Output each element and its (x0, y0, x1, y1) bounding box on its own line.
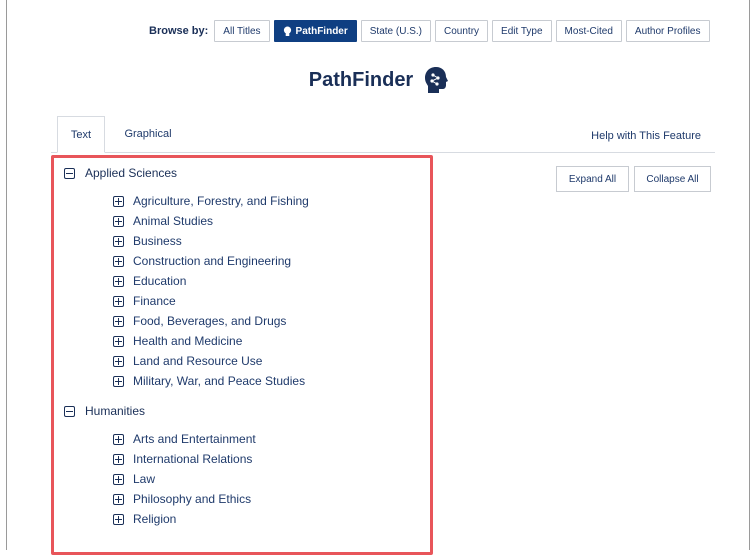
expand-icon[interactable] (113, 215, 124, 227)
tab-text[interactable]: Text (57, 116, 105, 153)
app-frame: Browse by: All Titles PathFinder State (… (6, 0, 751, 555)
expand-icon[interactable] (113, 235, 124, 247)
browse-state-button[interactable]: State (U.S.) (360, 20, 432, 42)
tree-item-label: Construction and Engineering (133, 254, 292, 268)
browse-button-label: Most-Cited (564, 25, 613, 37)
expand-icon[interactable] (113, 275, 124, 287)
browse-all-titles-button[interactable]: All Titles (214, 20, 270, 42)
tree-item-label: Religion (133, 512, 177, 526)
tree-item[interactable]: Religion (113, 509, 309, 529)
tree-item[interactable]: Philosophy and Ethics (113, 489, 309, 509)
tree-item[interactable]: Animal Studies (113, 211, 309, 231)
title-area: PathFinder (7, 66, 751, 94)
browse-button-label: PathFinder (295, 25, 348, 37)
tree-item-label: Health and Medicine (133, 334, 243, 348)
tree-item-label: Animal Studies (133, 214, 214, 228)
browse-most-cited-button[interactable]: Most-Cited (555, 20, 622, 42)
tree-item[interactable]: Education (113, 271, 309, 291)
browse-bar: Browse by: All Titles PathFinder State (… (149, 20, 714, 42)
expand-all-button[interactable]: Expand All (556, 166, 629, 192)
head-network-icon (425, 67, 449, 93)
tree-item-label: Agriculture, Forestry, and Fishing (133, 194, 309, 208)
expand-icon[interactable] (113, 315, 124, 327)
collapse-icon[interactable] (64, 405, 75, 417)
expand-icon[interactable] (113, 295, 124, 307)
expand-icon[interactable] (113, 255, 124, 267)
tree-category-humanities[interactable]: Humanities (64, 401, 309, 421)
browse-author-profiles-button[interactable]: Author Profiles (625, 20, 710, 42)
tree-item[interactable]: International Relations (113, 449, 309, 469)
expand-icon[interactable] (113, 433, 124, 445)
expand-icon[interactable] (113, 355, 124, 367)
lightbulb-icon (283, 26, 291, 36)
tree-item[interactable]: Agriculture, Forestry, and Fishing (113, 191, 309, 211)
tree-item[interactable]: Military, War, and Peace Studies (113, 371, 309, 391)
tree-category-applied-sciences[interactable]: Applied Sciences (64, 163, 309, 183)
expand-icon[interactable] (113, 493, 124, 505)
browse-country-button[interactable]: Country (435, 20, 489, 42)
browse-label: Browse by: (149, 25, 209, 37)
collapse-icon[interactable] (64, 167, 75, 179)
collapse-all-button[interactable]: Collapse All (634, 166, 711, 192)
tree-item-label: International Relations (133, 452, 253, 466)
tree-item[interactable]: Food, Beverages, and Drugs (113, 311, 309, 331)
subject-tree: Applied Sciences Agriculture, Forestry, … (64, 163, 309, 539)
subcategory-list: Agriculture, Forestry, and Fishing Anima… (113, 191, 309, 391)
browse-button-label: State (U.S.) (369, 25, 423, 37)
tree-item-label: Food, Beverages, and Drugs (133, 314, 287, 328)
tree-item[interactable]: Health and Medicine (113, 331, 309, 351)
browse-edit-type-button[interactable]: Edit Type (492, 20, 552, 42)
page-title: PathFinder (308, 68, 414, 91)
browse-button-label: Edit Type (501, 25, 543, 37)
browse-pathfinder-button[interactable]: PathFinder (273, 20, 357, 42)
browse-button-label: Author Profiles (634, 25, 701, 37)
expand-icon[interactable] (113, 473, 124, 485)
tree-item-label: Arts and Entertainment (133, 432, 256, 446)
tree-item[interactable]: Law (113, 469, 309, 489)
category-label: Humanities (85, 404, 146, 418)
tree-item-label: Military, War, and Peace Studies (133, 374, 306, 388)
tree-item-label: Finance (133, 294, 176, 308)
subcategory-list: Arts and Entertainment International Rel… (113, 429, 309, 529)
expand-icon[interactable] (113, 195, 124, 207)
tree-item-label: Land and Resource Use (133, 354, 263, 368)
tree-item[interactable]: Land and Resource Use (113, 351, 309, 371)
help-link[interactable]: Help with This Feature (591, 130, 701, 142)
expand-icon[interactable] (113, 335, 124, 347)
tree-item-label: Education (133, 274, 187, 288)
tree-item[interactable]: Business (113, 231, 309, 251)
expand-icon[interactable] (113, 453, 124, 465)
tree-item[interactable]: Finance (113, 291, 309, 311)
tab-graphical[interactable]: Graphical (113, 116, 183, 152)
tree-item[interactable]: Construction and Engineering (113, 251, 309, 271)
tree-item-label: Philosophy and Ethics (133, 492, 252, 506)
tree-item-label: Law (133, 472, 156, 486)
category-label: Applied Sciences (85, 166, 178, 180)
expand-icon[interactable] (113, 513, 124, 525)
tree-item[interactable]: Arts and Entertainment (113, 429, 309, 449)
browse-button-label: All Titles (223, 25, 261, 37)
expand-icon[interactable] (113, 375, 124, 387)
browse-button-label: Country (444, 25, 480, 37)
tree-item-label: Business (133, 234, 182, 248)
